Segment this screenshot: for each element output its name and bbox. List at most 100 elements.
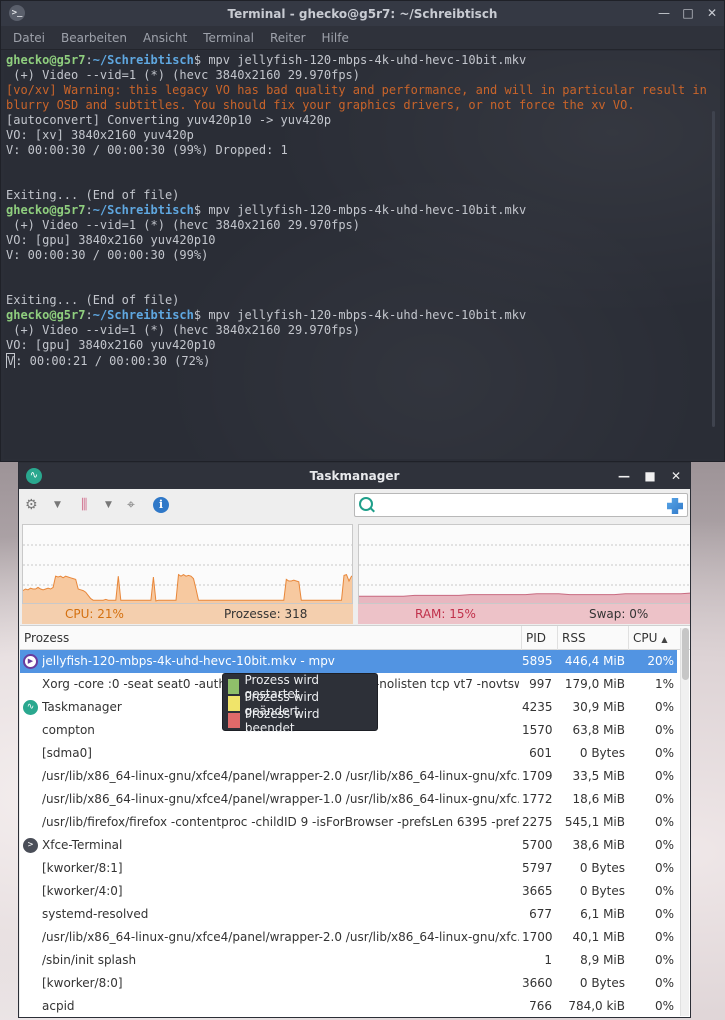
crosshair-icon[interactable]: ⌖ [127, 496, 135, 514]
process-rss: 6,1 MiB [580, 907, 625, 921]
taskmanager-titlebar[interactable]: ∿ Taskmanager — ■ ✕ [19, 463, 690, 489]
process-rss: 446,4 MiB [564, 654, 625, 668]
terminal-line: [autoconvert] Converting yuv420p10 -> yu… [6, 113, 332, 127]
table-row[interactable]: /sbin/init splash 1 8,9 MiB 0% [20, 949, 677, 972]
info-icon[interactable]: i [153, 497, 169, 513]
table-row[interactable]: /usr/lib/firefox/firefox -contentproc -c… [20, 811, 677, 834]
settings-gear-icon[interactable]: ⚙ [25, 496, 38, 514]
cpu-graph-svg [23, 544, 352, 603]
table-row[interactable]: ▶ jellyfish-120-mbps-4k-uhd-hevc-10bit.mk… [20, 650, 677, 673]
maximize-icon[interactable]: □ [682, 4, 694, 22]
terminal-line: V: 00:00:21 / 00:00:30 (72%) [6, 353, 720, 368]
process-rss: 38,6 MiB [572, 838, 625, 852]
terminal-icon: > [23, 838, 38, 853]
table-row[interactable]: [sdma0] 601 0 Bytes 0% [20, 742, 677, 765]
process-pid: 1570 [522, 723, 552, 737]
terminal-command: $ mpv jellyfish-120-mbps-4k-uhd-hevc-10b… [193, 203, 527, 217]
process-pid: 766 [529, 999, 552, 1013]
process-name: jellyfish-120-mbps-4k-uhd-hevc-10bit.mkv… [42, 654, 335, 668]
search-input[interactable] [377, 496, 662, 514]
clear-search-icon[interactable] [667, 498, 683, 514]
chevron-down-icon[interactable]: ▼ [105, 496, 112, 514]
process-cpu: 0% [654, 815, 674, 829]
process-rss: 0 Bytes [579, 884, 625, 898]
menu-bearbeiten[interactable]: Bearbeiten [53, 31, 135, 45]
ram-usage-label: RAM: 15% [415, 607, 476, 621]
legend-label: Prozess wird beendet [244, 706, 320, 735]
table-row[interactable]: /usr/lib/x86_64-linux-gnu/xfce4/panel/wr… [20, 788, 677, 811]
prompt-user: ghecko@g5r7 [6, 53, 86, 67]
process-name: [kworker/8:1] [42, 861, 123, 875]
process-table-scrollbar[interactable] [680, 628, 689, 1016]
minimize-icon[interactable]: — [658, 4, 670, 22]
terminal-warning: [vo/xv] Warning: this legacy VO has bad … [6, 83, 715, 112]
swap-usage-label: Swap: 0% [589, 607, 649, 621]
mpv-icon: ▶ [23, 654, 38, 669]
process-pid: 3660 [522, 976, 552, 990]
menu-ansicht[interactable]: Ansicht [135, 31, 195, 45]
column-header-cpu-label: CPU [633, 631, 658, 645]
column-header-process[interactable]: Prozess [20, 626, 522, 650]
process-cpu: 0% [654, 930, 674, 944]
process-name: systemd-resolved [42, 907, 149, 921]
table-row[interactable]: acpid 766 784,0 kiB 0% [20, 995, 677, 1017]
table-row[interactable]: > Xfce-Terminal 5700 38,6 MiB 0% [20, 834, 677, 857]
terminal-line: (+) Video --vid=1 (*) (hevc 3840x2160 29… [6, 218, 361, 232]
process-cpu: 0% [654, 838, 674, 852]
process-name: /usr/lib/firefox/firefox -contentproc -c… [42, 815, 519, 829]
process-pid: 5895 [522, 654, 552, 668]
prompt-path: ~/Schreibtisch [92, 203, 194, 217]
table-row[interactable]: [kworker/8:1] 5797 0 Bytes 0% [20, 857, 677, 880]
process-rss: 18,6 MiB [572, 792, 625, 806]
process-table-header: Prozess PID RSS CPU ▲ [20, 626, 690, 650]
terminal-line: V: 00:00:30 / 00:00:30 (99%) [6, 248, 209, 262]
scrollbar-thumb[interactable] [682, 628, 689, 680]
column-header-cpu[interactable]: CPU ▲ [629, 626, 677, 650]
process-name: [kworker/8:0] [42, 976, 123, 990]
process-rss: 8,9 MiB [580, 953, 625, 967]
table-row[interactable]: systemd-resolved 677 6,1 MiB 0% [20, 903, 677, 926]
process-rss: 63,8 MiB [572, 723, 625, 737]
terminal-line: ghecko@g5r7:~/Schreibtisch$ mpv jellyfis… [6, 53, 527, 67]
menu-terminal[interactable]: Terminal [195, 31, 262, 45]
process-pid: 1709 [522, 769, 552, 783]
graph-bars-icon[interactable]: ⫼ [81, 496, 87, 514]
column-header-rss[interactable]: RSS [558, 626, 629, 650]
menu-hilfe[interactable]: Hilfe [314, 31, 357, 45]
close-icon[interactable]: ✕ [706, 4, 718, 22]
terminal-output[interactable]: ghecko@g5r7:~/Schreibtisch$ mpv jellyfis… [4, 51, 720, 459]
minimize-icon[interactable]: — [618, 467, 630, 485]
terminal-command: $ mpv jellyfish-120-mbps-4k-uhd-hevc-10b… [193, 53, 527, 67]
taskmanager-title: Taskmanager [309, 469, 400, 483]
process-cpu: 0% [654, 976, 674, 990]
process-cpu: 0% [654, 792, 674, 806]
process-rss: 30,9 MiB [572, 700, 625, 714]
table-row[interactable]: [kworker/8:0] 3660 0 Bytes 0% [20, 972, 677, 995]
menu-reiter[interactable]: Reiter [262, 31, 314, 45]
process-rss: 545,1 MiB [564, 815, 625, 829]
menu-datei[interactable]: Datei [5, 31, 53, 45]
column-header-pid[interactable]: PID [522, 626, 558, 650]
process-pid: 2275 [522, 815, 552, 829]
process-cpu: 0% [654, 907, 674, 921]
maximize-icon[interactable]: ■ [644, 467, 656, 485]
process-rss: 179,0 MiB [564, 677, 625, 691]
prompt-user: ghecko@g5r7 [6, 308, 86, 322]
terminal-titlebar[interactable]: >_ Terminal - ghecko@g5r7: ~/Schreibtisc… [1, 1, 724, 26]
process-name: /usr/lib/x86_64-linux-gnu/xfce4/panel/wr… [42, 792, 519, 806]
close-icon[interactable]: ✕ [670, 467, 682, 485]
table-row[interactable]: /usr/lib/x86_64-linux-gnu/xfce4/panel/wr… [20, 926, 677, 949]
process-rss: 784,0 kiB [568, 999, 625, 1013]
process-pid: 677 [529, 907, 552, 921]
table-row[interactable]: /usr/lib/x86_64-linux-gnu/xfce4/panel/wr… [20, 765, 677, 788]
terminal-app-icon: >_ [9, 5, 25, 21]
process-cpu: 0% [654, 884, 674, 898]
table-row[interactable]: [kworker/4:0] 3665 0 Bytes 0% [20, 880, 677, 903]
terminal-scrollbar[interactable] [712, 111, 715, 427]
chevron-down-icon[interactable]: ▼ [54, 496, 61, 514]
usage-graphs [22, 524, 690, 604]
search-icon [359, 497, 373, 511]
process-name: acpid [42, 999, 75, 1013]
process-pid: 5797 [522, 861, 552, 875]
terminal-line: VO: [xv] 3840x2160 yuv420p [6, 128, 194, 142]
